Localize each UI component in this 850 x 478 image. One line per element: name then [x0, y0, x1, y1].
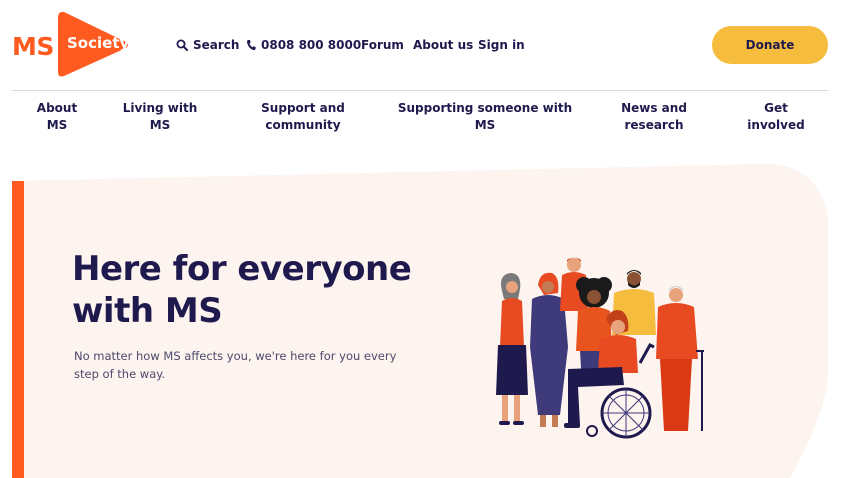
about-us-link[interactable]: About us — [413, 38, 473, 52]
site-header: MS Society Search 0808 800 8000 Forum Ab… — [0, 0, 850, 90]
search-icon — [176, 39, 188, 51]
hero-subtitle: No matter how MS affects you, we're here… — [74, 349, 397, 381]
logo-ms-text: MS — [12, 32, 54, 61]
forum-label: Forum — [361, 38, 404, 52]
search-link[interactable]: Search — [176, 38, 239, 52]
nav-item-news-and-research[interactable]: News and research — [621, 100, 687, 134]
people-group-illustration — [496, 257, 704, 439]
search-label: Search — [193, 38, 240, 52]
nav-label-line1: Get — [764, 101, 788, 115]
nav-label-line2: MS — [149, 118, 171, 132]
nav-item-supporting-someone-with-ms[interactable]: Supporting someone with MS — [398, 100, 572, 134]
nav-label-line2: community — [265, 118, 341, 132]
ms-society-logo[interactable]: MS Society — [12, 10, 130, 80]
nav-label-line1: Supporting someone with — [397, 101, 573, 115]
phone-icon — [246, 40, 256, 51]
sign-in-label: Sign in — [478, 38, 525, 52]
hero-accent-bar — [12, 181, 24, 478]
nav-item-living-with-ms[interactable]: Living with MS — [123, 100, 197, 134]
about-us-label: About us — [413, 38, 474, 52]
nav-label-line1: About — [36, 101, 78, 115]
main-nav: About MS Living with MS Support and comm… — [0, 100, 850, 140]
hero-title-line2: with MS — [72, 291, 223, 331]
nav-item-get-involved[interactable]: Get involved — [747, 100, 804, 134]
nav-item-support-and-community[interactable]: Support and community — [261, 100, 345, 134]
person-grey-hair-woman — [496, 273, 528, 425]
hero-title: Here for everyone with MS — [72, 248, 412, 332]
donate-button[interactable]: Donate — [712, 26, 828, 64]
person-older-man-cane — [656, 286, 704, 431]
sign-in-link[interactable]: Sign in — [478, 38, 525, 52]
hero-section: Here for everyone with MS No matter how … — [0, 160, 850, 478]
logo-society-text: Society — [67, 34, 130, 52]
nav-label-line2: involved — [747, 118, 805, 132]
nav-label-line2: MS — [46, 118, 68, 132]
forum-link[interactable]: Forum — [361, 38, 404, 52]
phone-link[interactable]: 0808 800 8000 — [246, 38, 361, 52]
nav-label-line1: Living with — [122, 101, 198, 115]
nav-label-line1: News and — [621, 101, 687, 115]
nav-label-line1: Support and — [261, 101, 345, 115]
header-divider — [12, 90, 828, 91]
hero-title-line1: Here for everyone — [72, 249, 412, 289]
nav-label-line2: MS — [474, 118, 496, 132]
nav-item-about-ms[interactable]: About MS — [37, 100, 77, 134]
nav-label-line2: research — [624, 118, 684, 132]
phone-number: 0808 800 8000 — [261, 38, 362, 52]
